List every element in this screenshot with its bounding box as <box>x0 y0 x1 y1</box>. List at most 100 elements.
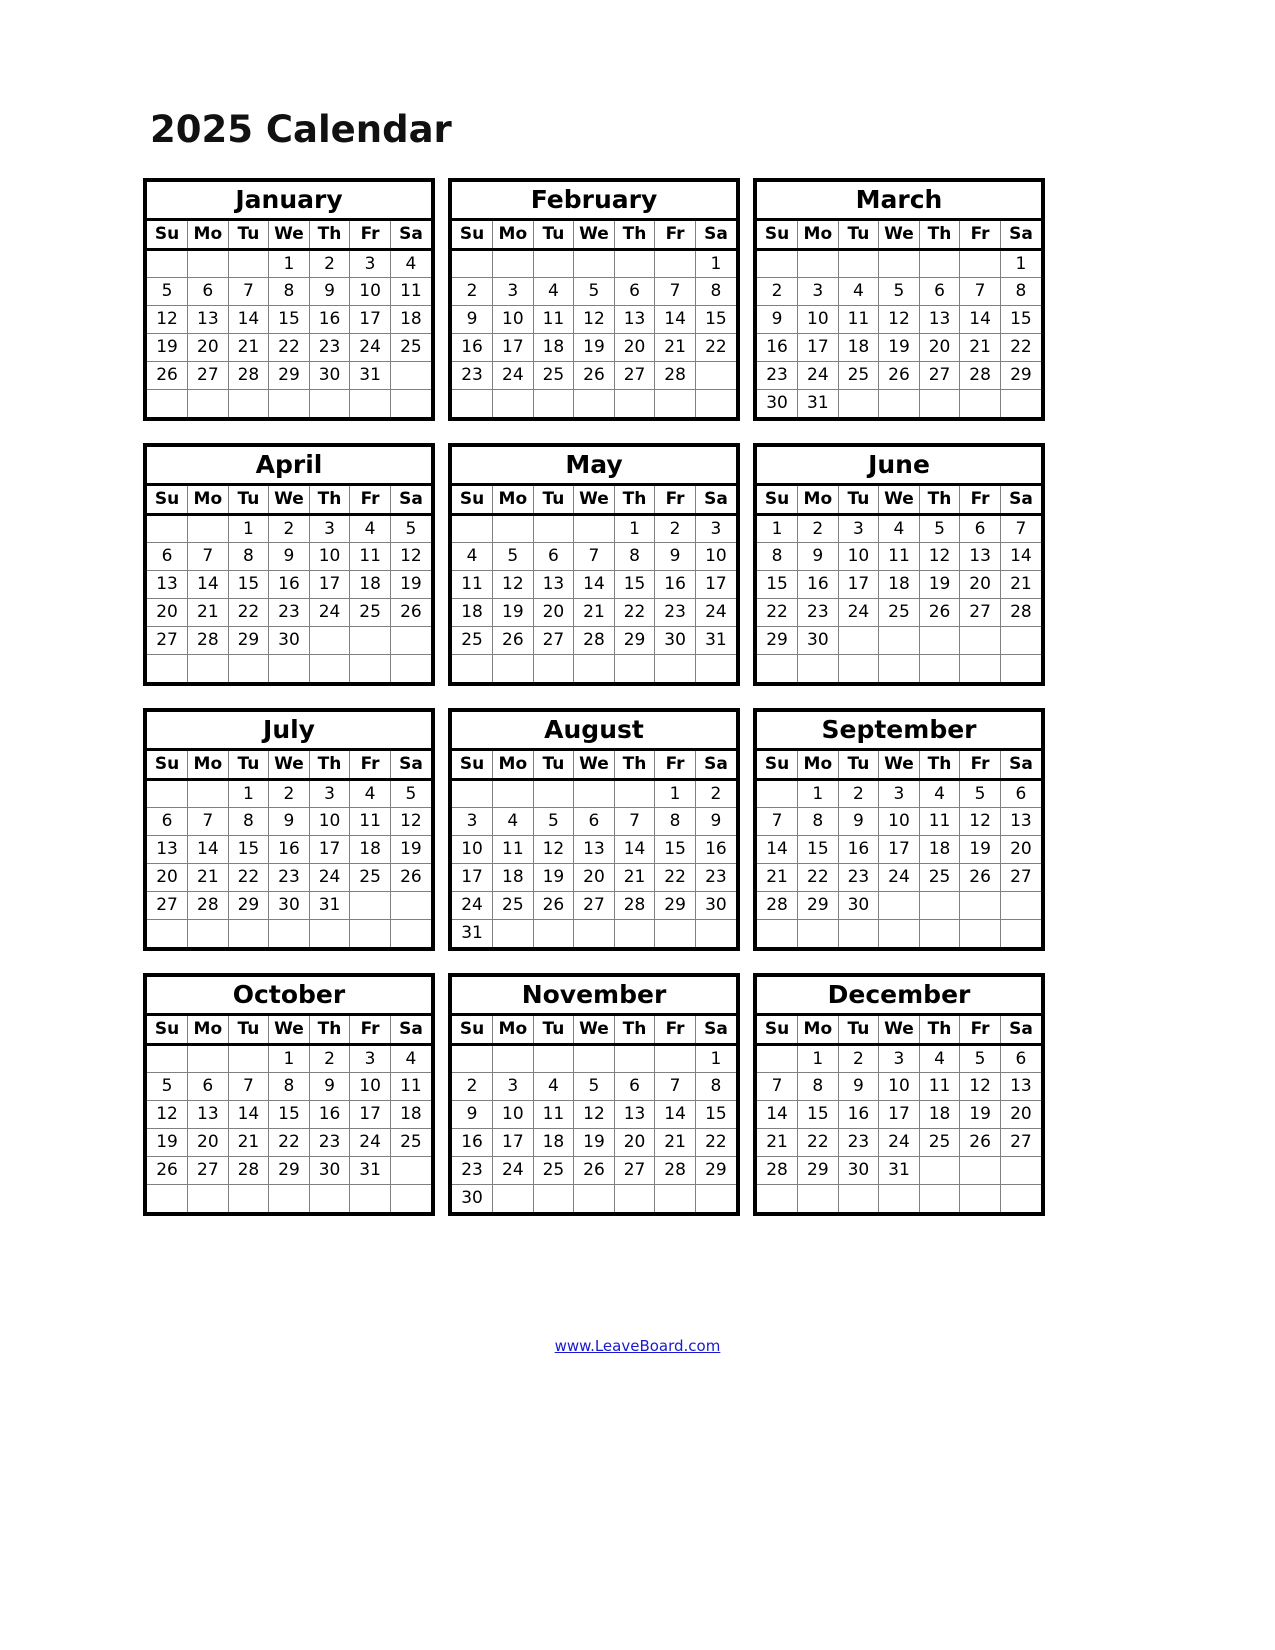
day-cell[interactable]: 14 <box>959 305 1001 334</box>
day-cell[interactable]: 29 <box>654 891 696 920</box>
day-cell[interactable]: 25 <box>919 863 961 892</box>
day-cell[interactable]: 6 <box>1000 779 1041 808</box>
day-cell[interactable]: 1 <box>268 1044 310 1073</box>
day-cell[interactable]: 20 <box>533 598 575 627</box>
day-cell[interactable]: 16 <box>797 570 839 599</box>
day-cell[interactable]: 15 <box>797 835 839 864</box>
day-cell[interactable]: 10 <box>349 277 391 306</box>
day-cell[interactable]: 6 <box>187 1072 229 1101</box>
day-cell[interactable]: 26 <box>492 626 534 655</box>
day-cell[interactable]: 27 <box>1000 863 1041 892</box>
day-cell[interactable]: 16 <box>757 333 799 362</box>
day-cell[interactable]: 23 <box>309 1128 351 1157</box>
day-cell[interactable]: 13 <box>533 570 575 599</box>
day-cell[interactable]: 5 <box>959 1044 1001 1073</box>
day-cell[interactable]: 31 <box>309 891 351 920</box>
day-cell[interactable]: 2 <box>452 1072 494 1101</box>
day-cell[interactable]: 17 <box>309 835 351 864</box>
day-cell[interactable]: 1 <box>757 514 799 543</box>
day-cell[interactable]: 5 <box>147 277 189 306</box>
day-cell[interactable]: 2 <box>757 277 799 306</box>
day-cell[interactable]: 27 <box>614 361 656 390</box>
day-cell[interactable]: 26 <box>147 361 189 390</box>
day-cell[interactable]: 11 <box>390 1072 431 1101</box>
day-cell[interactable]: 27 <box>187 1156 229 1185</box>
day-cell[interactable]: 29 <box>1000 361 1041 390</box>
day-cell[interactable]: 20 <box>147 598 189 627</box>
day-cell[interactable]: 29 <box>268 361 310 390</box>
day-cell[interactable]: 28 <box>1000 598 1041 627</box>
day-cell[interactable]: 8 <box>654 807 696 836</box>
day-cell[interactable]: 6 <box>147 807 189 836</box>
day-cell[interactable]: 16 <box>268 570 310 599</box>
day-cell[interactable]: 30 <box>268 891 310 920</box>
day-cell[interactable]: 11 <box>349 542 391 571</box>
day-cell[interactable]: 1 <box>797 1044 839 1073</box>
day-cell[interactable]: 11 <box>878 542 920 571</box>
day-cell[interactable]: 30 <box>654 626 696 655</box>
day-cell[interactable]: 31 <box>452 919 494 947</box>
day-cell[interactable]: 30 <box>268 626 310 655</box>
day-cell[interactable]: 4 <box>919 1044 961 1073</box>
day-cell[interactable]: 15 <box>695 305 736 334</box>
day-cell[interactable]: 20 <box>959 570 1001 599</box>
day-cell[interactable]: 30 <box>309 1156 351 1185</box>
day-cell[interactable]: 18 <box>390 305 431 334</box>
day-cell[interactable]: 14 <box>757 1100 799 1129</box>
day-cell[interactable]: 16 <box>838 1100 880 1129</box>
day-cell[interactable]: 13 <box>614 305 656 334</box>
day-cell[interactable]: 13 <box>614 1100 656 1129</box>
day-cell[interactable]: 27 <box>533 626 575 655</box>
day-cell[interactable]: 21 <box>228 333 270 362</box>
day-cell[interactable]: 7 <box>187 807 229 836</box>
day-cell[interactable]: 3 <box>838 514 880 543</box>
day-cell[interactable]: 8 <box>695 1072 736 1101</box>
day-cell[interactable]: 19 <box>147 1128 189 1157</box>
day-cell[interactable]: 11 <box>492 835 534 864</box>
day-cell[interactable]: 11 <box>838 305 880 334</box>
day-cell[interactable]: 28 <box>654 361 696 390</box>
day-cell[interactable]: 21 <box>959 333 1001 362</box>
day-cell[interactable]: 24 <box>878 863 920 892</box>
day-cell[interactable]: 25 <box>492 891 534 920</box>
day-cell[interactable]: 2 <box>838 1044 880 1073</box>
day-cell[interactable]: 22 <box>228 863 270 892</box>
day-cell[interactable]: 27 <box>147 626 189 655</box>
day-cell[interactable]: 23 <box>309 333 351 362</box>
day-cell[interactable]: 2 <box>268 514 310 543</box>
day-cell[interactable]: 15 <box>268 305 310 334</box>
day-cell[interactable]: 8 <box>228 807 270 836</box>
day-cell[interactable]: 6 <box>614 1072 656 1101</box>
day-cell[interactable]: 5 <box>573 1072 615 1101</box>
day-cell[interactable]: 30 <box>695 891 736 920</box>
day-cell[interactable]: 2 <box>695 779 736 808</box>
day-cell[interactable]: 3 <box>349 249 391 278</box>
day-cell[interactable]: 10 <box>492 305 534 334</box>
day-cell[interactable]: 23 <box>797 598 839 627</box>
day-cell[interactable]: 8 <box>797 807 839 836</box>
day-cell[interactable]: 5 <box>390 514 431 543</box>
day-cell[interactable]: 19 <box>390 835 431 864</box>
day-cell[interactable]: 17 <box>309 570 351 599</box>
day-cell[interactable]: 22 <box>797 1128 839 1157</box>
day-cell[interactable]: 17 <box>878 835 920 864</box>
day-cell[interactable]: 24 <box>309 863 351 892</box>
day-cell[interactable]: 23 <box>452 361 494 390</box>
day-cell[interactable]: 24 <box>492 1156 534 1185</box>
day-cell[interactable]: 25 <box>452 626 494 655</box>
day-cell[interactable]: 23 <box>838 863 880 892</box>
day-cell[interactable]: 8 <box>797 1072 839 1101</box>
day-cell[interactable]: 7 <box>228 1072 270 1101</box>
day-cell[interactable]: 16 <box>838 835 880 864</box>
day-cell[interactable]: 12 <box>878 305 920 334</box>
day-cell[interactable]: 15 <box>228 570 270 599</box>
day-cell[interactable]: 28 <box>228 361 270 390</box>
day-cell[interactable]: 7 <box>654 1072 696 1101</box>
day-cell[interactable]: 13 <box>959 542 1001 571</box>
day-cell[interactable]: 25 <box>349 863 391 892</box>
day-cell[interactable]: 19 <box>533 863 575 892</box>
day-cell[interactable]: 7 <box>757 1072 799 1101</box>
day-cell[interactable]: 18 <box>492 863 534 892</box>
day-cell[interactable]: 6 <box>573 807 615 836</box>
day-cell[interactable]: 20 <box>1000 835 1041 864</box>
